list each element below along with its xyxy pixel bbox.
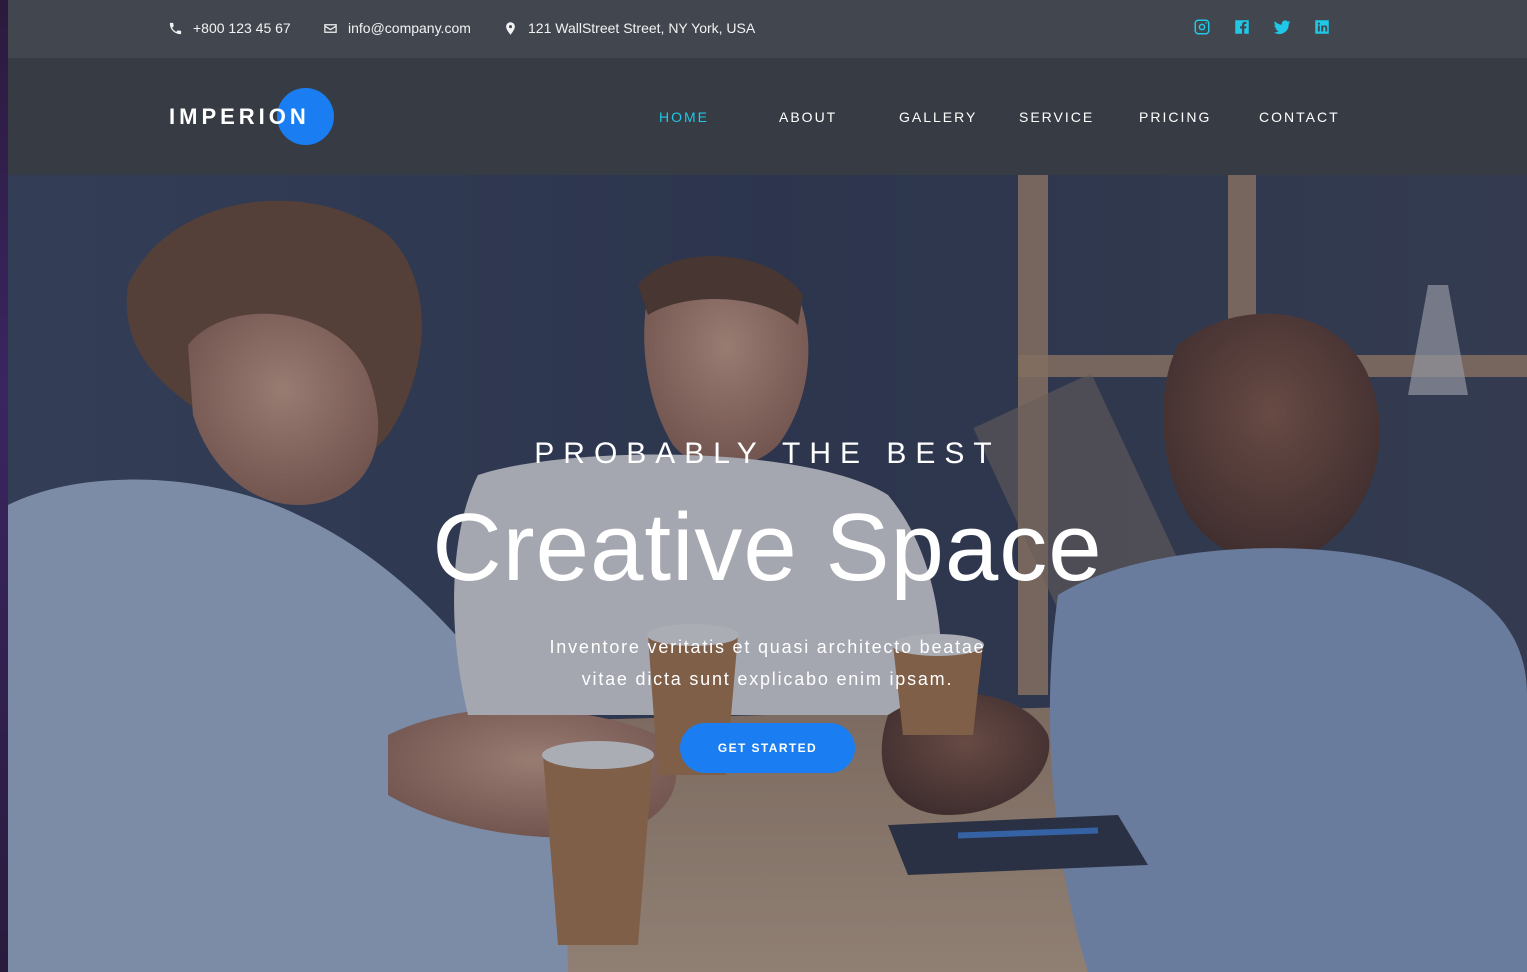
nav-about[interactable]: ABOUT [779, 109, 837, 125]
nav-home[interactable]: HOME [659, 109, 709, 125]
facebook-icon [1235, 20, 1249, 34]
hero-headline: Creative Space [432, 494, 1103, 601]
logo-text: IMPERION [169, 104, 310, 129]
get-started-button[interactable]: GET STARTED [680, 723, 855, 773]
twitter-icon [1273, 20, 1291, 35]
hero-subtitle-line-2: vitae dicta sunt explicabo enim ipsam. [581, 669, 954, 689]
mail-icon [324, 23, 337, 33]
phone-contact[interactable]: +800 123 45 67 [168, 20, 291, 36]
nav-service[interactable]: SERVICE [1019, 109, 1094, 125]
phone-icon [169, 22, 182, 34]
phone-number: +800 123 45 67 [193, 20, 291, 36]
social-links [1193, 18, 1353, 36]
hero-subtitle-line-1: Inventore veritatis et quasi architecto … [549, 637, 986, 657]
nav-pricing[interactable]: PRICING [1139, 109, 1211, 125]
main-navbar: IMPERION HOME ABOUT GALLERY SERVICE PRIC… [8, 58, 1527, 175]
nav-contact[interactable]: CONTACT [1259, 109, 1340, 125]
brand-logo[interactable]: IMPERION [169, 88, 339, 146]
twitter-link[interactable] [1273, 18, 1291, 36]
address-contact: 121 WallStreet Street, NY York, USA [503, 20, 755, 36]
instagram-icon [1194, 19, 1210, 35]
linkedin-icon [1315, 20, 1329, 34]
nav-gallery[interactable]: GALLERY [899, 109, 977, 125]
street-address: 121 WallStreet Street, NY York, USA [528, 20, 756, 36]
instagram-link[interactable] [1193, 18, 1211, 36]
hero-subtitle: Inventore veritatis et quasi architecto … [8, 631, 1527, 695]
window-edge [0, 0, 8, 972]
email-address: info@company.com [348, 20, 471, 36]
linkedin-link[interactable] [1313, 18, 1331, 36]
hero-section: PROBABLY THE BEST Creative Space Invento… [8, 175, 1527, 972]
map-pin-icon [506, 21, 515, 35]
facebook-link[interactable] [1233, 18, 1251, 36]
hero-kicker: PROBABLY THE BEST [534, 437, 1001, 470]
email-contact[interactable]: info@company.com [323, 20, 471, 36]
top-contact-bar: +800 123 45 67 info@company.com 121 Wall… [8, 0, 1527, 58]
